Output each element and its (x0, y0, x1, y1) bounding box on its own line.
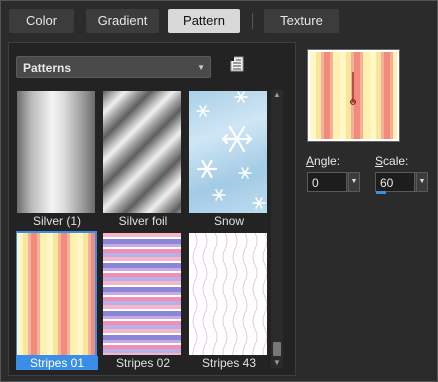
scrollbar-thumb[interactable] (273, 342, 281, 356)
category-dropdown-value: Patterns (23, 61, 72, 75)
pattern-thumbnail (16, 231, 97, 357)
pattern-thumbnail (103, 233, 181, 355)
scale-label: Scale: (375, 154, 409, 168)
angle-dropdown-button[interactable]: ▼ (348, 172, 360, 192)
pattern-thumbnail (17, 91, 95, 213)
tab-separator (252, 13, 253, 29)
pattern-cell-stripes-43[interactable]: Stripes 43 (188, 232, 268, 370)
pattern-thumbnail (103, 91, 181, 213)
wavy-lines-pattern (192, 233, 267, 355)
pattern-preview-swatch (310, 52, 397, 139)
tab-pattern[interactable]: Pattern (168, 9, 240, 33)
pattern-browse-icon[interactable] (228, 55, 246, 73)
angle-value: 0 (312, 176, 319, 190)
chevron-down-icon: ▼ (418, 178, 426, 185)
scale-slider-indicator (376, 191, 386, 194)
pattern-thumbnail (189, 233, 267, 355)
angle-label: Angle: (306, 154, 341, 168)
pattern-grid-scrollbar[interactable]: ▲ ▼ (271, 90, 283, 368)
pattern-cell-stripes-01[interactable]: Stripes 01 (16, 231, 100, 370)
snowflake-pattern (196, 91, 266, 209)
chevron-down-icon: ▼ (197, 63, 205, 72)
category-dropdown[interactable]: Patterns ▼ (16, 56, 211, 78)
chevron-down-icon: ▼ (350, 178, 358, 185)
pattern-thumbnail (189, 91, 267, 213)
scale-value: 60 (380, 176, 394, 190)
pattern-cell-silver-1[interactable]: Silver (1) (16, 90, 100, 228)
pattern-label: Silver (1) (32, 214, 81, 228)
pattern-cell-snow[interactable]: Snow (188, 90, 268, 228)
angle-needle-icon (350, 72, 356, 105)
pattern-grid: Silver (1) Silver foil Snow Stripes 01 S… (16, 90, 268, 370)
pattern-cell-stripes-02[interactable]: Stripes 02 (102, 232, 186, 370)
tab-color[interactable]: Color (9, 9, 74, 33)
pattern-preview[interactable] (307, 49, 400, 142)
pattern-label: Stripes 02 (115, 356, 171, 370)
pattern-label: Stripes 01 (16, 356, 98, 370)
chevron-down-icon[interactable]: ▼ (271, 358, 283, 368)
tab-gradient[interactable]: Gradient (86, 9, 159, 33)
pattern-label: Snow (213, 214, 245, 228)
tab-texture[interactable]: Texture (264, 9, 339, 33)
pattern-label: Silver foil (118, 214, 168, 228)
scale-dropdown-button[interactable]: ▼ (416, 172, 428, 192)
pattern-cell-silver-foil[interactable]: Silver foil (102, 90, 186, 228)
chevron-up-icon[interactable]: ▲ (271, 90, 283, 100)
pattern-label: Stripes 43 (201, 356, 257, 370)
tab-bar: Color Gradient Pattern Texture (0, 0, 438, 42)
